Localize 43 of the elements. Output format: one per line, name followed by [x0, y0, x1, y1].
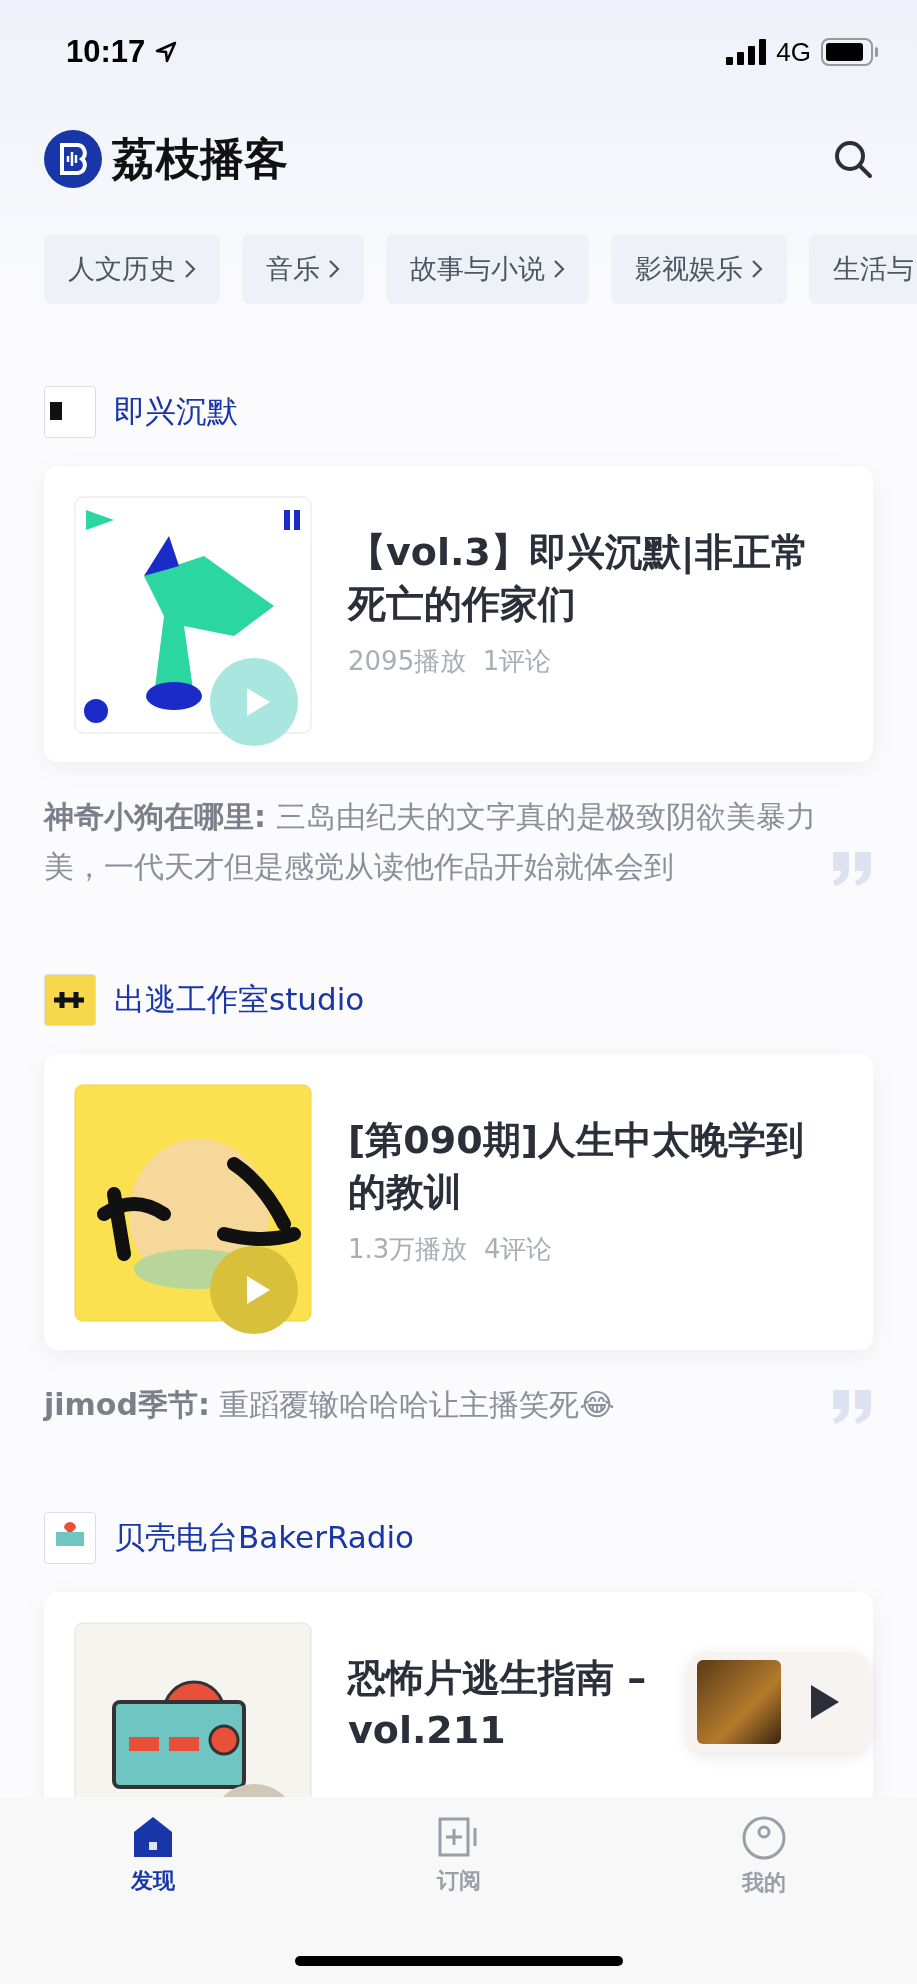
episode-card[interactable]: 【vol.3】即兴沉默|非正常 死亡的作家们 2095播放 1评论	[44, 466, 873, 762]
category-chip[interactable]: 生活与	[809, 234, 917, 304]
network-type: 4G	[776, 36, 811, 68]
app-name: 荔枝播客	[112, 131, 288, 186]
channel-name[interactable]: 即兴沉默	[114, 391, 238, 433]
episode-title: 【vol.3】即兴沉默|非正常	[348, 529, 809, 577]
episode-title: 恐怖片逃生指南 –	[348, 1655, 647, 1702]
chevron-right-icon	[553, 259, 565, 279]
status-time: 10:17	[66, 34, 146, 70]
channel-avatar	[44, 1512, 96, 1564]
channel-avatar	[44, 974, 96, 1026]
chevron-right-icon	[328, 259, 340, 279]
app-logo-icon	[44, 130, 102, 188]
channel-avatar	[44, 386, 96, 438]
battery-icon	[821, 38, 879, 66]
nav-tab[interactable]: 发现	[0, 1815, 306, 1915]
home-icon	[131, 1816, 174, 1858]
episode-title: [第090期]人生中太晚学到	[348, 1117, 805, 1164]
episode-title: 的教训	[348, 1169, 463, 1216]
category-chip[interactable]: 影视娱乐	[611, 234, 787, 304]
channel-name[interactable]: 出逃工作室studio	[114, 979, 365, 1021]
comment-text: 神奇小狗在哪里: 三岛由纪夫的文字真的是极致阴欲美暴力美，一代天才但是感觉从读他作品开始就体会到	[44, 798, 817, 886]
episode-stats: 2095播放 1评论	[348, 645, 553, 678]
signal-icon	[726, 39, 767, 65]
episode-stats: 1.3万播放 4评论	[348, 1233, 554, 1266]
channel-name[interactable]: 贝壳电台BakerRadio	[114, 1517, 415, 1559]
add-square-icon	[437, 1816, 480, 1858]
episode-card[interactable]: 恐怖片逃生指南 – vol.211	[44, 1592, 873, 1797]
disc-icon	[742, 1816, 787, 1860]
mini-player[interactable]	[687, 1652, 870, 1752]
category-chip[interactable]: 人文历史	[44, 234, 220, 304]
comment-text: jimod季节: 重蹈覆辙哈哈哈让主播笑死😂	[44, 1386, 616, 1424]
category-chip[interactable]: 故事与小说	[386, 234, 589, 304]
episode-title: vol.211	[348, 1707, 507, 1754]
category-chip[interactable]: 音乐	[242, 234, 364, 304]
chevron-right-icon	[751, 259, 763, 279]
episode-title: 死亡的作家们	[348, 581, 577, 628]
search-icon[interactable]	[833, 139, 873, 179]
episode-card[interactable]: [第090期]人生中太晚学到 的教训 1.3万播放 4评论	[44, 1054, 873, 1350]
chevron-right-icon	[184, 259, 196, 279]
quote-icon	[831, 1390, 873, 1424]
location-arrow-icon	[155, 41, 178, 63]
quote-icon	[831, 852, 873, 886]
